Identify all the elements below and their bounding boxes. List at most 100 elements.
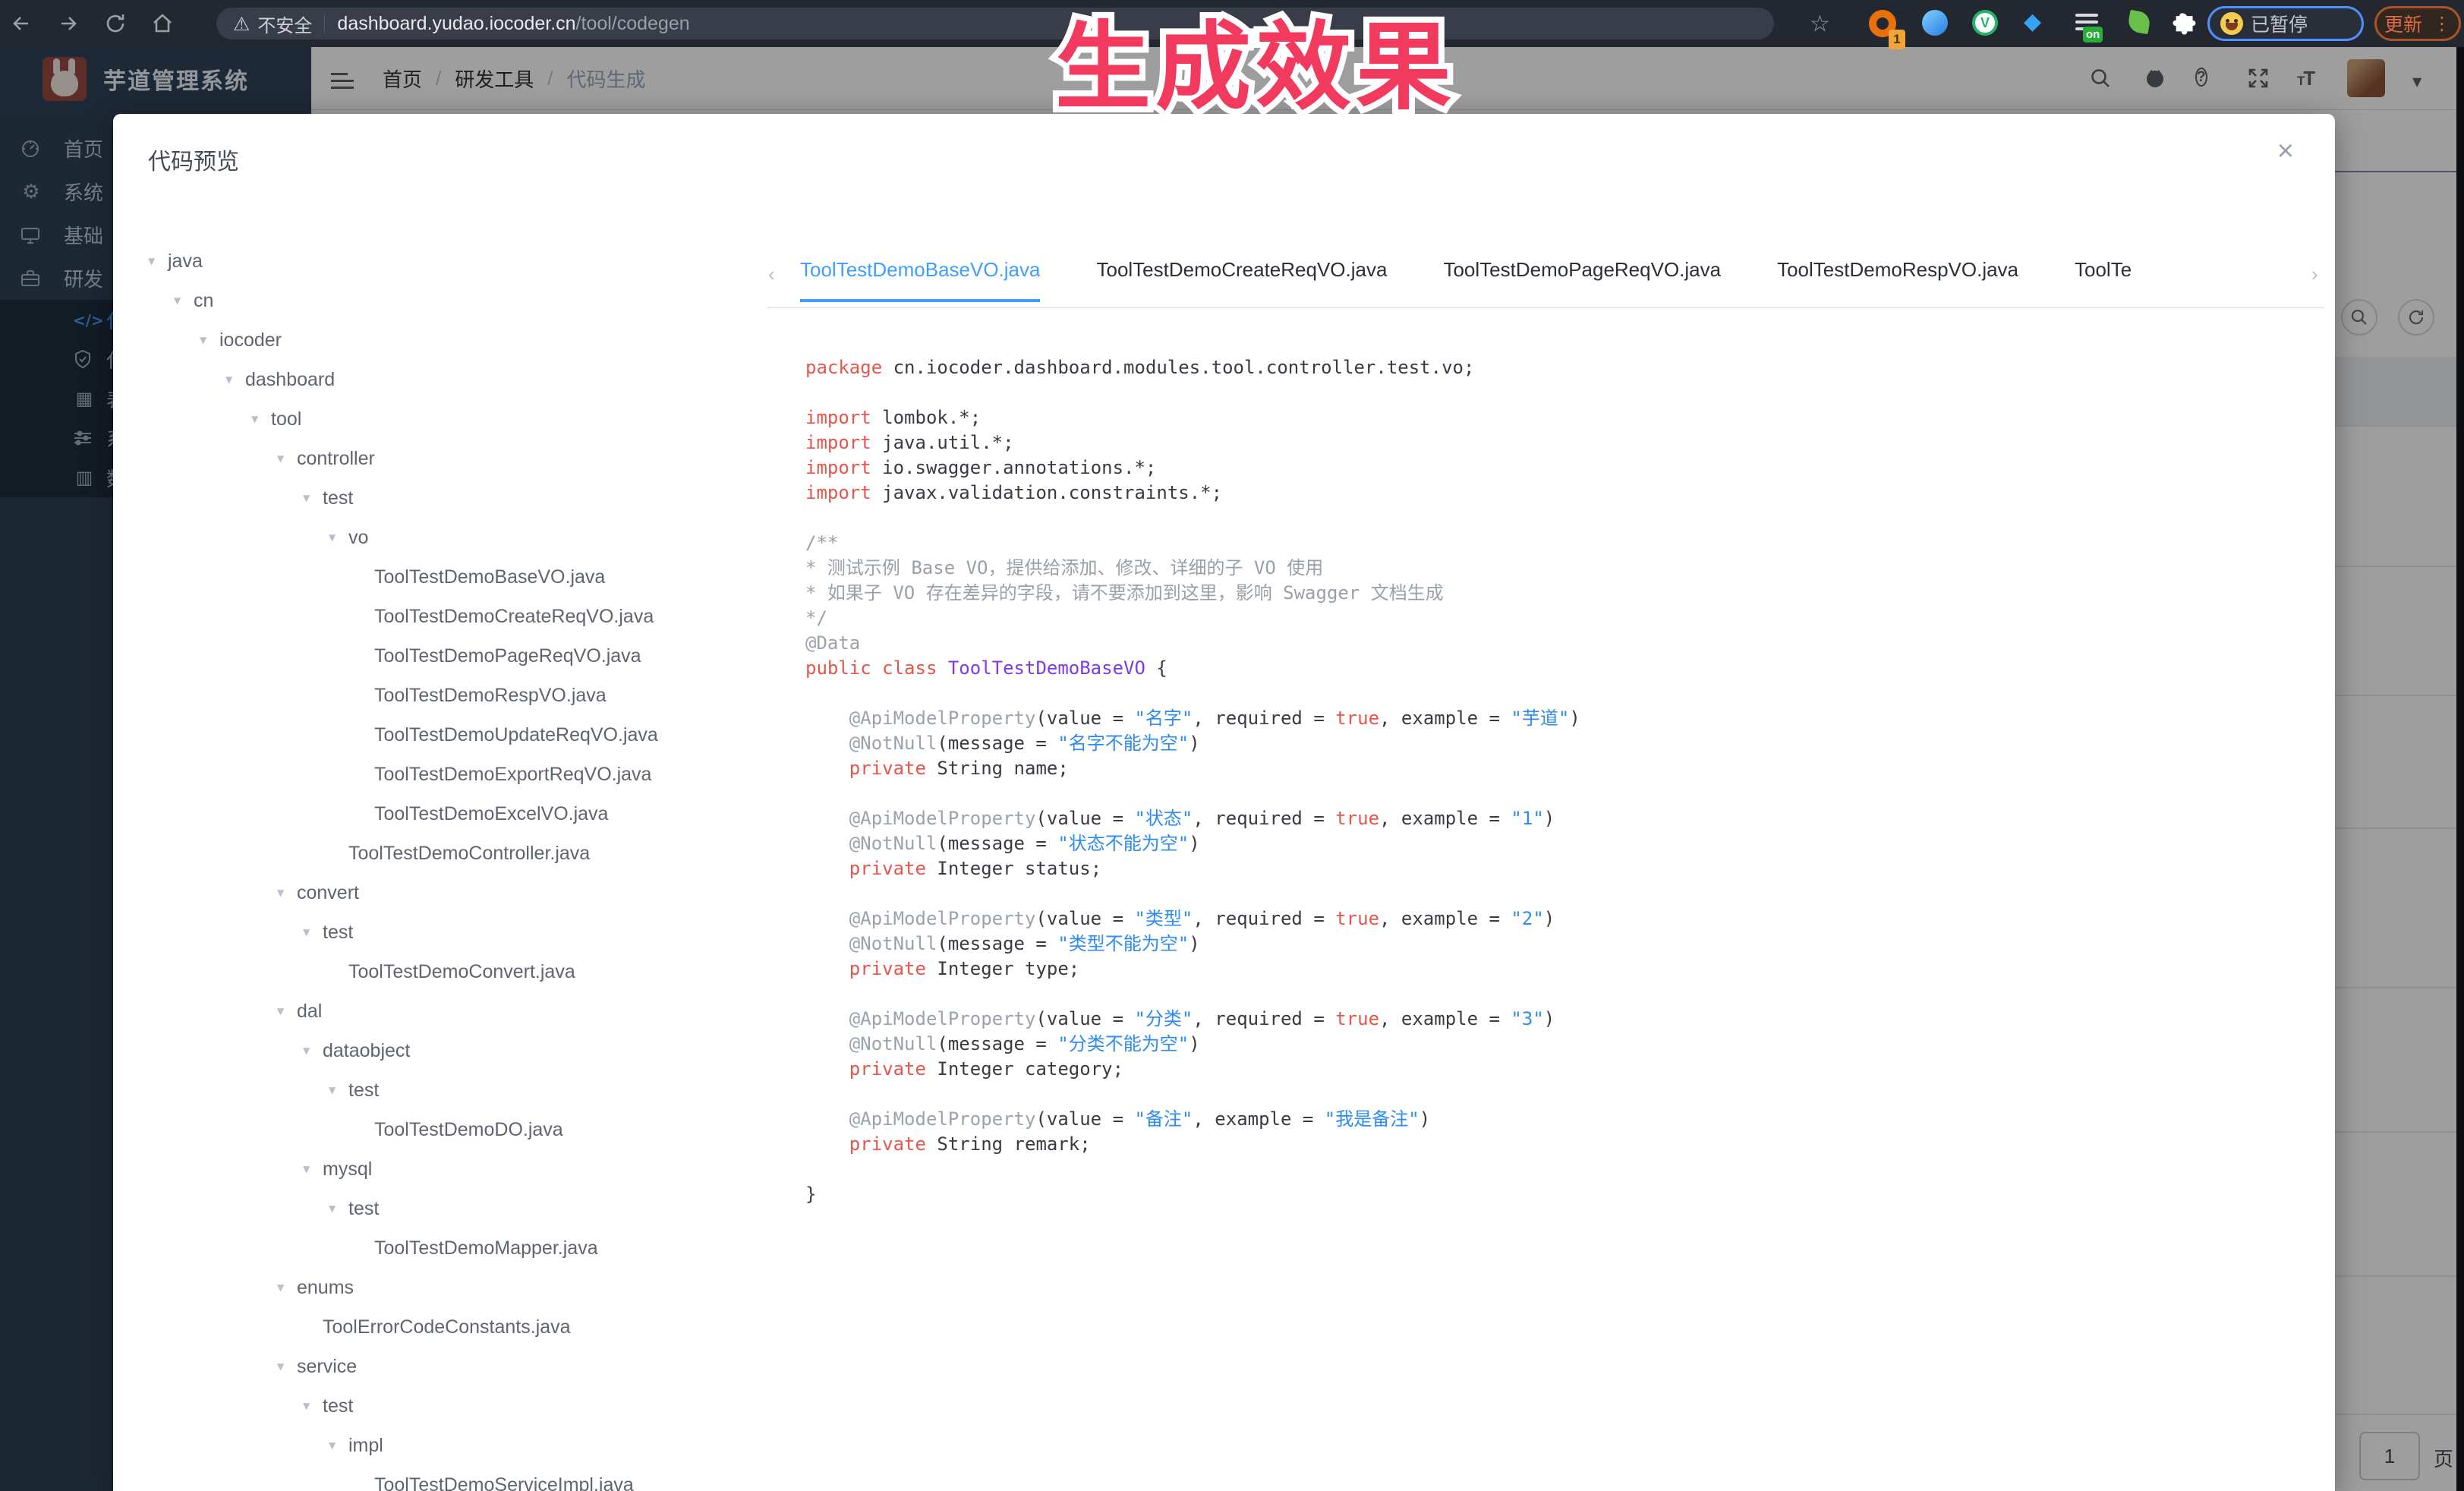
- code-line: @NotNull(message = "类型不能为空"): [805, 931, 2316, 957]
- screen: ⚠ 不安全 dashboard.yudao.iocoder.cn /tool/c…: [0, 0, 2464, 1491]
- tree-node-ToolTestDemoPageReqVO.java[interactable]: ToolTestDemoPageReqVO.java: [148, 636, 778, 676]
- caret-down-icon: ▼: [277, 453, 297, 464]
- forward-icon[interactable]: [56, 11, 80, 36]
- security-warning-label: 不安全: [257, 11, 312, 37]
- kebab-menu-icon[interactable]: ⋮: [2433, 13, 2451, 35]
- extension-v-icon[interactable]: V: [1972, 10, 1998, 36]
- caret-down-icon: ▼: [148, 256, 168, 266]
- tree-node-ToolTestDemoMapper.java[interactable]: ToolTestDemoMapper.java: [148, 1228, 778, 1268]
- caret-down-icon: ▼: [251, 414, 271, 424]
- extension-diamond-icon[interactable]: ◆: [2024, 8, 2041, 35]
- tree-node-ToolTestDemoController.java[interactable]: ToolTestDemoController.java: [148, 834, 778, 873]
- tree-node-ToolTestDemoDO.java[interactable]: ToolTestDemoDO.java: [148, 1110, 778, 1149]
- paused-label: 已暂停: [2251, 10, 2308, 37]
- code-line: import java.util.*;: [805, 430, 2316, 455]
- tree-node-dal[interactable]: ▼dal: [148, 991, 778, 1031]
- scrollbar-strip[interactable]: [2456, 47, 2464, 1491]
- tree-node-mysql[interactable]: ▼mysql: [148, 1149, 778, 1189]
- tree-node-label: ToolErrorCodeConstants.java: [323, 1316, 571, 1338]
- extension-list-icon[interactable]: on: [2075, 10, 2098, 34]
- code-line: @ApiModelProperty(value = "分类", required…: [805, 1007, 2316, 1032]
- code-line: private String name;: [805, 756, 2316, 781]
- tree-node-impl[interactable]: ▼impl: [148, 1426, 778, 1465]
- tree-node-label: ToolTestDemoBaseVO.java: [374, 566, 605, 588]
- file-tabs: ToolTestDemoBaseVO.java ToolTestDemoCreat…: [800, 258, 2307, 304]
- close-icon[interactable]: ×: [2277, 137, 2294, 165]
- tree-node-label: enums: [297, 1277, 354, 1299]
- tree-node-controller[interactable]: ▼controller: [148, 439, 778, 478]
- extensions-puzzle-icon[interactable]: [2173, 9, 2198, 39]
- tree-node-ToolTestDemoExportReqVO.java[interactable]: ToolTestDemoExportReqVO.java: [148, 755, 778, 794]
- tree-node-ToolTestDemoUpdateReqVO.java[interactable]: ToolTestDemoUpdateReqVO.java: [148, 715, 778, 755]
- tree-node-test[interactable]: ▼test: [148, 913, 778, 952]
- tree-node-label: impl: [348, 1435, 383, 1457]
- code-line: private Integer type;: [805, 957, 2316, 982]
- tree-node-ToolTestDemoServiceImpl.java[interactable]: ToolTestDemoServiceImpl.java: [148, 1465, 778, 1491]
- update-label: 更新: [2384, 10, 2422, 37]
- tree-node-dataobject[interactable]: ▼dataobject: [148, 1031, 778, 1070]
- tree-node-ToolTestDemoRespVO.java[interactable]: ToolTestDemoRespVO.java: [148, 676, 778, 715]
- extension-leaf-icon[interactable]: [2127, 10, 2151, 34]
- tree-node-ToolTestDemoExcelVO.java[interactable]: ToolTestDemoExcelVO.java: [148, 794, 778, 834]
- tree-node-label: ToolTestDemoExportReqVO.java: [374, 764, 651, 786]
- code-line: import io.swagger.annotations.*;: [805, 455, 2316, 481]
- caret-down-icon: ▼: [277, 1006, 297, 1017]
- code-line: private Integer category;: [805, 1057, 2316, 1082]
- code-view[interactable]: package cn.iocoder.dashboard.modules.too…: [805, 355, 2316, 1479]
- code-line: [805, 881, 2316, 906]
- tab-ToolTestDemoCreateReqVO.java[interactable]: ToolTestDemoCreateReqVO.java: [1096, 258, 1387, 302]
- caret-down-icon: ▼: [303, 1045, 323, 1056]
- tabs-divider: [767, 307, 2324, 308]
- tree-node-test[interactable]: ▼test: [148, 478, 778, 518]
- tree-node-convert[interactable]: ▼convert: [148, 873, 778, 913]
- caret-down-icon: ▼: [303, 1401, 323, 1411]
- tree-node-dashboard[interactable]: ▼dashboard: [148, 360, 778, 399]
- back-icon[interactable]: [9, 11, 33, 36]
- tabs-scroll-right-icon[interactable]: ›: [2311, 263, 2318, 286]
- url-host: dashboard.yudao.iocoder.cn: [337, 13, 575, 35]
- tree-node-vo[interactable]: ▼vo: [148, 518, 778, 557]
- code-line: private String remark;: [805, 1132, 2316, 1157]
- extension-orange-icon[interactable]: 1: [1869, 10, 1896, 37]
- chrome-update-button[interactable]: 更新 ⋮: [2374, 6, 2461, 41]
- extension-lamp-icon[interactable]: [1922, 10, 1948, 36]
- annotation-text: 生成效果 生成效果: [1055, 8, 1456, 128]
- tree-node-ToolErrorCodeConstants.java[interactable]: ToolErrorCodeConstants.java: [148, 1307, 778, 1347]
- tree-node-label: ToolTestDemoController.java: [348, 843, 590, 865]
- tab-ToolTestDemoBaseVO.java[interactable]: ToolTestDemoBaseVO.java: [800, 258, 1040, 302]
- tree-node-test[interactable]: ▼test: [148, 1189, 778, 1228]
- code-line: @ApiModelProperty(value = "状态", required…: [805, 806, 2316, 831]
- tree-node-test[interactable]: ▼test: [148, 1070, 778, 1110]
- code-preview-dialog: 代码预览 × ▼java▼cn▼iocoder▼dashboard▼tool▼c…: [113, 114, 2335, 1491]
- file-tree: ▼java▼cn▼iocoder▼dashboard▼tool▼controll…: [148, 241, 778, 1491]
- tree-node-label: test: [323, 922, 353, 944]
- home-icon[interactable]: [150, 11, 175, 36]
- tab-ToolTestDemoPageReqVO.java[interactable]: ToolTestDemoPageReqVO.java: [1443, 258, 1721, 302]
- tree-node-label: ToolTestDemoServiceImpl.java: [374, 1474, 634, 1491]
- refresh-icon[interactable]: [103, 11, 128, 36]
- tree-node-cn[interactable]: ▼cn: [148, 281, 778, 320]
- tree-node-java[interactable]: ▼java: [148, 241, 778, 281]
- code-line: }: [805, 1182, 2316, 1207]
- tabs-scroll-left-icon[interactable]: ‹: [768, 263, 775, 286]
- url-path: /tool/codegen: [576, 13, 690, 35]
- address-bar[interactable]: ⚠ 不安全 dashboard.yudao.iocoder.cn /tool/c…: [216, 8, 1774, 39]
- tree-node-label: service: [297, 1356, 357, 1378]
- url-divider: [324, 14, 325, 33]
- tree-node-label: dashboard: [245, 369, 335, 391]
- tree-node-iocoder[interactable]: ▼iocoder: [148, 320, 778, 360]
- tab-ToolTe[interactable]: ToolTe: [2075, 258, 2132, 302]
- tree-node-ToolTestDemoConvert.java[interactable]: ToolTestDemoConvert.java: [148, 952, 778, 991]
- tree-node-tool[interactable]: ▼tool: [148, 399, 778, 439]
- tree-node-ToolTestDemoCreateReqVO.java[interactable]: ToolTestDemoCreateReqVO.java: [148, 597, 778, 636]
- tree-node-service[interactable]: ▼service: [148, 1347, 778, 1386]
- tree-node-ToolTestDemoBaseVO.java[interactable]: ToolTestDemoBaseVO.java: [148, 557, 778, 597]
- bookmark-star-icon[interactable]: ☆: [1810, 11, 1830, 37]
- code-line: [805, 380, 2316, 405]
- tree-node-label: ToolTestDemoUpdateReqVO.java: [374, 724, 658, 746]
- tab-ToolTestDemoRespVO.java[interactable]: ToolTestDemoRespVO.java: [1777, 258, 2018, 302]
- paused-extension-pill[interactable]: 已暂停: [2207, 6, 2364, 41]
- tree-node-enums[interactable]: ▼enums: [148, 1268, 778, 1307]
- tree-node-label: test: [348, 1198, 379, 1220]
- tree-node-test[interactable]: ▼test: [148, 1386, 778, 1426]
